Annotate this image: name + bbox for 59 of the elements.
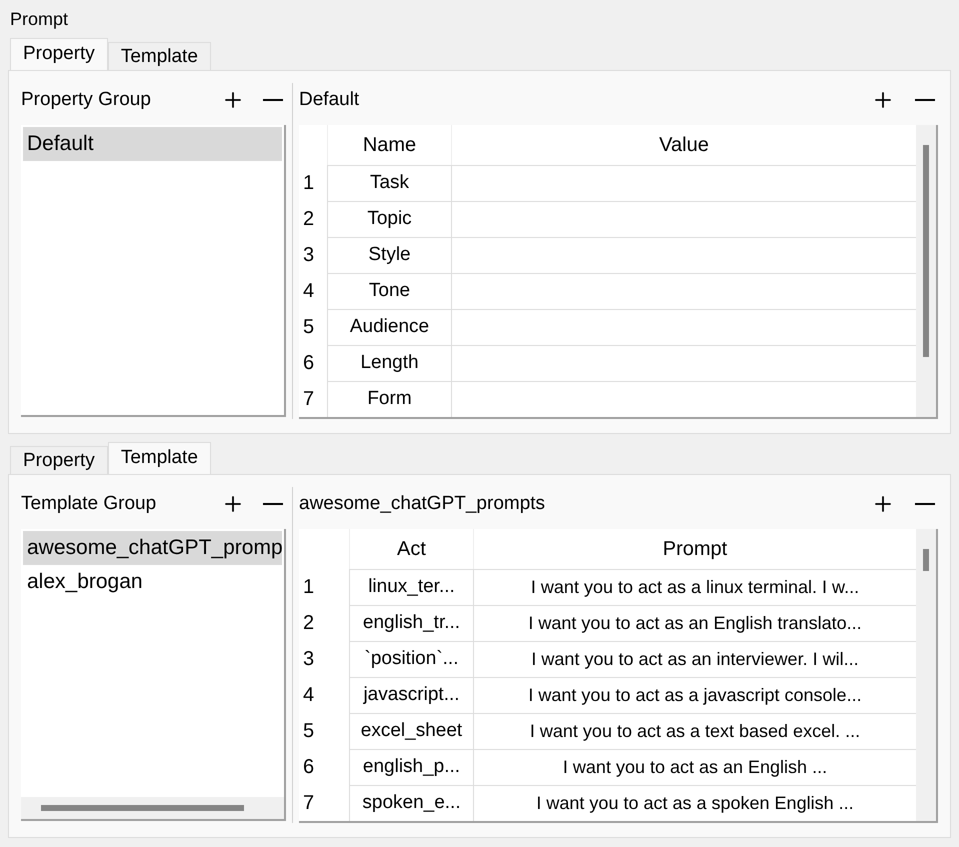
minus-icon xyxy=(263,99,283,101)
table-cell: I want you to act as an interviewer. I wil... xyxy=(473,641,916,677)
table-cell: javascript... xyxy=(349,677,473,713)
minus-icon xyxy=(263,503,283,505)
tab[interactable]: Template xyxy=(108,442,211,474)
table-cell: I want you to act as a spoken English ... xyxy=(473,785,916,821)
row-number: 2 xyxy=(302,207,316,232)
row-number: 3 xyxy=(302,647,316,672)
table-cell: I want you to act as a text based excel. ... xyxy=(473,713,916,749)
table-cell: `position`... xyxy=(349,641,473,677)
tab[interactable]: Property xyxy=(10,38,108,70)
row-number: 1 xyxy=(302,171,316,196)
table-cell: english_p... xyxy=(349,749,473,785)
scrollbar-thumb[interactable] xyxy=(923,145,929,357)
table-cell: Audience xyxy=(327,309,451,345)
list-item[interactable]: awesome_chatGPT_promp xyxy=(23,531,282,565)
table-cell: Form xyxy=(327,381,451,417)
row-number: 2 xyxy=(302,611,316,636)
table-cell: spoken_e... xyxy=(349,785,473,821)
table-cell: I want you to act as a javascript console... xyxy=(473,677,916,713)
table-cell: I want you to act as an English translato... xyxy=(473,605,916,641)
table-cell: Topic xyxy=(327,201,451,237)
minus-icon xyxy=(915,99,935,101)
table-cell: english_tr... xyxy=(349,605,473,641)
row-number: 1 xyxy=(302,575,316,600)
row-number: 3 xyxy=(302,243,316,268)
row-number: 7 xyxy=(302,387,316,412)
tab[interactable]: Template xyxy=(108,42,211,70)
table-cell: excel_sheet xyxy=(349,713,473,749)
vertical-scrollbar[interactable] xyxy=(916,125,936,417)
table-cell: linux_ter... xyxy=(349,569,473,605)
column-header[interactable]: Act xyxy=(349,529,473,569)
row-number: 7 xyxy=(302,791,316,816)
minus-icon xyxy=(915,503,935,505)
group-title: Property Group xyxy=(21,88,152,112)
horizontal-scrollbar[interactable] xyxy=(21,797,284,819)
table-cell: Task xyxy=(327,165,451,201)
tab[interactable]: Property xyxy=(10,446,108,474)
row-number: 6 xyxy=(302,351,316,376)
table-title: Default xyxy=(299,88,360,112)
table-cell: Length xyxy=(327,345,451,381)
row-number: 5 xyxy=(302,719,316,744)
table-cell: Style xyxy=(327,237,451,273)
window-title: Prompt xyxy=(10,8,70,30)
group-title: Template Group xyxy=(21,492,158,516)
row-number: 4 xyxy=(302,683,316,708)
table-cell: I want you to act as an English ... xyxy=(473,749,916,785)
table-title: awesome_chatGPT_prompts xyxy=(299,492,546,516)
scrollbar-thumb[interactable] xyxy=(41,805,244,811)
row-number: 5 xyxy=(302,315,316,340)
row-number: 6 xyxy=(302,755,316,780)
vertical-scrollbar[interactable] xyxy=(916,529,936,821)
column-header[interactable]: Name xyxy=(327,125,451,165)
table-cell: I want you to act as a linux terminal. I w... xyxy=(473,569,916,605)
row-number: 4 xyxy=(302,279,316,304)
scrollbar-thumb[interactable] xyxy=(923,549,929,571)
table-cell: Tone xyxy=(327,273,451,309)
list-item[interactable]: alex_brogan xyxy=(23,565,282,599)
list-item[interactable]: Default xyxy=(23,127,282,161)
